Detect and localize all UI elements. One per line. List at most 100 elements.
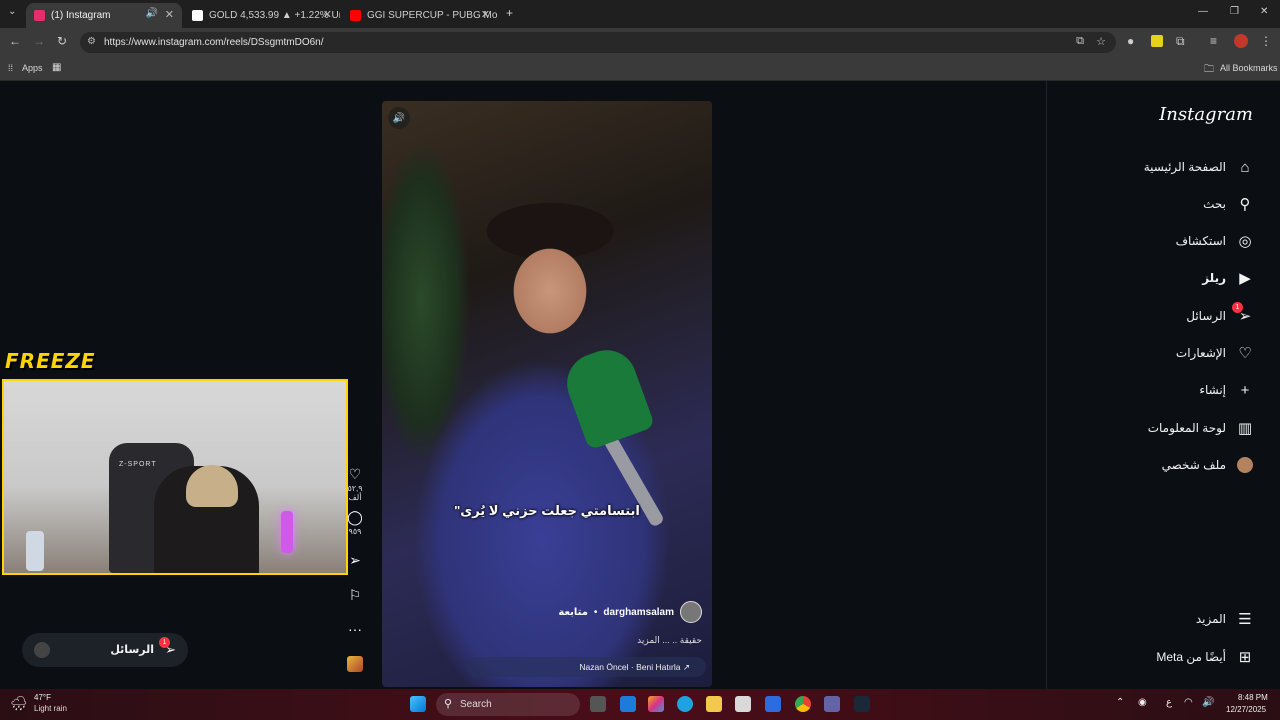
wifi-icon[interactable]: ◠ xyxy=(1184,697,1193,708)
meta-apps-icon: ⊞ xyxy=(1238,649,1252,666)
media-controls-icon[interactable]: ≡ xyxy=(1210,34,1217,48)
file-explorer-icon[interactable] xyxy=(706,696,722,712)
tab-search-chevron-icon[interactable]: ⌄ xyxy=(8,6,16,17)
bookmark-icon[interactable]: ⚐ xyxy=(349,587,362,603)
tray-chevron-icon[interactable]: ⌃ xyxy=(1116,697,1124,708)
restore-icon[interactable]: ❐ xyxy=(1230,6,1239,17)
instagram-logo[interactable]: Instagram xyxy=(1159,104,1253,125)
sidebar-item-home[interactable]: ⌂ الصفحة الرئيسية xyxy=(1144,154,1254,180)
sidebar-item-label: لوحة المعلومات xyxy=(1147,421,1226,435)
profile-avatar-icon[interactable] xyxy=(1234,34,1248,48)
sidebar-item-reels[interactable]: ▶ ريلز xyxy=(1202,265,1254,291)
freeze-logo: FREEZE xyxy=(5,349,96,373)
menu-kebab-icon[interactable]: ⋮ xyxy=(1260,34,1272,48)
more-options-action[interactable]: ··· xyxy=(340,621,370,637)
store-icon[interactable] xyxy=(735,696,751,712)
steam-icon[interactable] xyxy=(854,696,870,712)
outlook-icon[interactable] xyxy=(620,696,636,712)
sidebar-item-label: استكشاف xyxy=(1175,234,1226,248)
messages-avatar xyxy=(34,642,50,658)
defender-icon[interactable] xyxy=(765,696,781,712)
extensions-puzzle-icon[interactable]: ⧉ xyxy=(1176,34,1185,49)
close-tab-icon[interactable]: ✕ xyxy=(165,8,174,21)
teams-icon[interactable] xyxy=(824,696,840,712)
tab-title: (1) Instagram xyxy=(51,10,111,21)
volume-icon[interactable]: 🔊 xyxy=(1202,697,1214,708)
search-icon: ⚲ xyxy=(444,698,453,710)
bookmark-star-icon[interactable]: ☆ xyxy=(1096,35,1106,48)
site-info-icon[interactable]: ⚙ xyxy=(87,36,96,47)
audio-thumbnail[interactable] xyxy=(340,656,370,675)
chrome-icon[interactable] xyxy=(795,696,811,712)
folder-icon: 🗀 xyxy=(1204,64,1214,75)
messages-pill[interactable]: الرسائل ➢ 1 xyxy=(22,633,188,667)
author-avatar[interactable] xyxy=(680,601,702,623)
discord-tray-icon[interactable]: ◉ xyxy=(1138,697,1147,708)
reload-icon[interactable]: ↻ xyxy=(57,34,67,48)
instagram-favicon-icon xyxy=(34,10,45,21)
tab-gold[interactable]: GOLD 4,533.99 ▲ +1.22% Unn ✕ xyxy=(184,3,340,28)
author-username[interactable]: darghamsalam xyxy=(603,607,674,618)
sidebar-item-label: الصفحة الرئيسية xyxy=(1143,160,1226,174)
close-window-icon[interactable]: ✕ xyxy=(1260,6,1268,17)
search-icon: ⚲ xyxy=(1239,196,1251,213)
tab-youtube[interactable]: GGI SUPERCUP - PUBG Mobile ✕ xyxy=(342,3,498,28)
webcam-overlay: Z-SPORT xyxy=(2,379,348,575)
messages-pill-label: الرسائل xyxy=(110,644,154,656)
task-view-icon[interactable] xyxy=(590,696,606,712)
language-indicator[interactable]: ع xyxy=(1166,697,1172,708)
copilot-icon[interactable] xyxy=(648,696,664,712)
edge-icon[interactable] xyxy=(677,696,693,712)
comment-icon[interactable]: ◯ xyxy=(347,509,363,525)
all-bookmarks-button[interactable]: All Bookmarks xyxy=(1220,63,1278,73)
sidebar-item-explore[interactable]: ◎ استكشاف xyxy=(1176,228,1254,254)
sidebar-item-meta[interactable]: ⊞ أيضًا من Meta xyxy=(1156,644,1254,670)
apps-grid-icon: ⁞⁞ xyxy=(8,63,14,73)
reel-video[interactable]: 🔊 ابتسامتي جعلت حزني لا يُرى" darghamsal… xyxy=(382,101,712,687)
sidebar-divider xyxy=(1046,81,1047,689)
sidebar-item-dashboard[interactable]: ▥ لوحة المعلومات xyxy=(1148,415,1254,441)
sidebar-item-label: بحث xyxy=(1203,197,1226,211)
sidebar-item-label: أيضًا من Meta xyxy=(1156,650,1226,664)
extension-dot-icon[interactable]: ● xyxy=(1127,34,1134,48)
apps-bookmark[interactable]: Apps xyxy=(22,63,43,73)
minimize-icon[interactable]: — xyxy=(1198,6,1208,17)
clock-date[interactable]: 12/27/2025 xyxy=(1226,705,1266,714)
heart-icon: ♡ xyxy=(1238,345,1252,362)
extension-dollar-icon[interactable] xyxy=(1151,35,1163,47)
more-dots-icon[interactable]: ··· xyxy=(348,621,362,637)
windows-start-icon[interactable] xyxy=(410,696,426,712)
clock-time[interactable]: 8:48 PM xyxy=(1238,693,1268,702)
heart-icon[interactable]: ♡ xyxy=(349,466,362,482)
sidebar-item-search[interactable]: ⚲ بحث xyxy=(1203,191,1254,217)
microphone-graphic xyxy=(558,341,656,451)
audio-track-pill[interactable]: Nazan Öncel · Beni Hatırla ↗ xyxy=(466,657,706,677)
chair-brand-text: Z-SPORT xyxy=(119,461,157,468)
follow-button[interactable]: متابعة xyxy=(558,607,588,618)
new-tab-icon[interactable]: + xyxy=(506,6,513,20)
sidebar-item-more[interactable]: ☰ المزيد xyxy=(1196,606,1254,632)
close-tab-icon[interactable]: ✕ xyxy=(323,8,332,21)
save-action[interactable]: ⚐ xyxy=(340,587,370,604)
close-tab-icon[interactable]: ✕ xyxy=(481,8,490,21)
address-bar[interactable]: ⚙ https://www.instagram.com/reels/DSsgmt… xyxy=(80,32,1116,53)
speaker-icon[interactable]: 🔊 xyxy=(146,8,158,19)
cast-icon[interactable]: ⧉ xyxy=(1076,35,1084,48)
send-icon[interactable]: ➢ xyxy=(349,552,361,568)
tab-groups-icon[interactable]: ▦ xyxy=(52,62,61,73)
weather-icon[interactable]: 🌧 xyxy=(10,695,28,712)
sidebar-item-notifications[interactable]: ♡ الإشعارات xyxy=(1176,340,1254,366)
sidebar-item-profile[interactable]: ملف شخصي xyxy=(1162,452,1254,478)
back-icon[interactable]: ← xyxy=(9,34,21,48)
sidebar-item-messages[interactable]: ➢ 1 الرسائل xyxy=(1186,302,1254,329)
reel-caption[interactable]: حقيقة .. ... المزيد xyxy=(637,635,702,646)
messages-pill-badge: 1 xyxy=(159,637,170,648)
audio-cover-icon[interactable] xyxy=(347,656,363,672)
forward-icon[interactable]: → xyxy=(33,34,45,48)
tab-instagram[interactable]: (1) Instagram 🔊 ✕ xyxy=(26,3,182,28)
taskbar-search[interactable]: ⚲ Search xyxy=(436,693,580,716)
mute-toggle-icon[interactable]: 🔊 xyxy=(388,107,410,129)
sidebar-item-create[interactable]: + إنشاء xyxy=(1199,377,1254,403)
sidebar-item-label: ريلز xyxy=(1202,271,1226,285)
home-icon: ⌂ xyxy=(1240,158,1250,176)
